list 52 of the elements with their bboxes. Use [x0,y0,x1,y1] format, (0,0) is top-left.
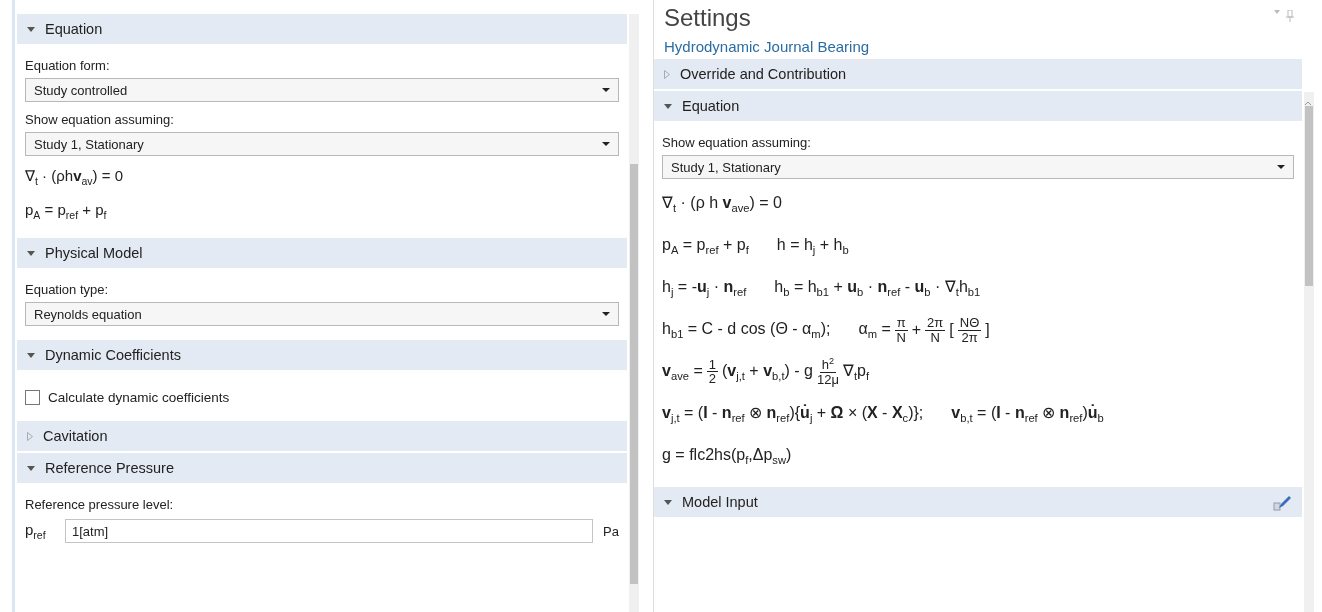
collapse-triangle-icon [27,465,35,471]
equation: p$_{A}$ = p$_{ref}$ + p$_{f}$ [662,235,749,257]
scrollbar[interactable] [1304,92,1314,612]
section-header[interactable]: Equation [654,91,1302,121]
section-header[interactable]: Equation [17,14,627,44]
scrollbar[interactable] [629,14,639,612]
panel-subtitle: Hydrodynamic Journal Bearing [663,37,871,57]
collapse-triangle-icon [664,499,672,505]
symbol-label: p$_{ref}$ [25,521,47,541]
dropdown[interactable]: Study controlled [25,78,619,102]
dropdown[interactable]: Reynolds equation [25,302,619,326]
equation: v$_{j,t}$ = (I - n$_{ref}$ ⊗ n$_{ref}$){u̇$_{j}$ + Ω × (X - X$_{c}$)}; [662,403,924,425]
section-header[interactable]: Override and Contribution [654,59,1302,89]
expand-triangle-icon [664,69,670,79]
section-header[interactable]: Cavitation [17,421,627,451]
field-label: Equation type: [25,282,110,297]
dropdown[interactable]: Study 1, Stationary [662,155,1294,179]
field-label: Show equation assuming: [25,112,175,127]
section-header[interactable]: Dynamic Coefficients [17,340,627,370]
field-label: Equation form: [25,58,111,73]
equation: ∇$_{t}$ · (ρ h v$_{ave}$) = 0 [662,193,782,215]
equation: h$_{b}$ = h$_{b1}$ + u$_{b}$ · n$_{ref}$ - u$_{b}$ · ∇$_{t}$h$_{b1}$ [774,277,981,299]
pin-icon[interactable] [1286,10,1294,22]
caret-icon [602,88,610,92]
section-header[interactable]: Model Input [654,487,1302,517]
input-field[interactable]: 1[atm] [65,519,594,543]
panel-title: Settings [663,3,752,32]
expand-triangle-icon [27,431,33,441]
unit-label: Pa [603,523,619,539]
equation: h = h$_{j}$ + h$_{b}$ [776,235,849,257]
field-label: Show equation assuming: [662,135,812,150]
equation: h$_{b1}$ = C - d cos (Θ - α$_{m}$); [662,319,831,341]
equation: g = flc2hs(p$_{f}$,Δp$_{sw}$) [662,445,792,467]
collapse-triangle-icon [27,250,35,256]
caret-icon [602,312,610,316]
collapse-triangle-icon [27,352,35,358]
equation: v$_{b,t}$ = (I - n$_{ref}$ ⊗ n$_{ref}$)u̇$_{b}$ [951,403,1104,425]
equation: h$_{j}$ = -u$_{j}$ · n$_{ref}$ [662,277,747,299]
checkbox-label: Calculate dynamic coefficients [48,390,230,405]
collapse-triangle-icon [27,26,35,32]
dropdown-caret-icon[interactable] [1274,10,1280,14]
collapse-triangle-icon [664,103,672,109]
dropdown[interactable]: Study 1, Stationary [25,132,619,156]
equation: p$_{A}$ = p$_{ref}$ + p$_{f}$ [25,201,107,221]
checkbox[interactable] [25,390,40,405]
field-label: Reference pressure level: [25,497,175,512]
caret-icon [602,142,610,146]
pencil-icon[interactable] [1273,493,1292,511]
section-header[interactable]: Physical Model [17,238,627,268]
equation: ∇$_{t}$ · (ρhv$_{av}$) = 0 [25,167,123,187]
section-header[interactable]: Reference Pressure [17,453,627,483]
caret-icon [1277,165,1285,169]
